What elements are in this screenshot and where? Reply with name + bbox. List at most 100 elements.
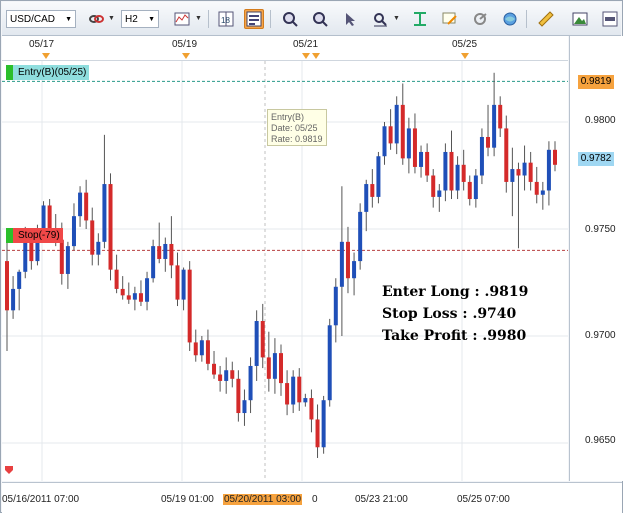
chevron-down-icon: ▼ [148, 16, 155, 23]
time-axis[interactable]: 05/16/2011 07:00 05/19 01:00 05/20/2011 … [2, 482, 622, 513]
timeframe-select[interactable]: H2 ▼ [121, 10, 159, 28]
chevron-down-icon[interactable]: ▼ [108, 15, 115, 22]
candle-body [540, 190, 545, 195]
date-label: 05/21 [293, 39, 319, 50]
date-marker-icon[interactable] [42, 53, 50, 59]
candle-body [59, 239, 64, 274]
candle-body [345, 241, 350, 279]
candle-body [181, 269, 186, 300]
grid-icon [246, 11, 262, 27]
crosshair-button[interactable] [370, 9, 390, 29]
toolbar: USD/CAD ▼ ▼ H2 ▼ ▼ 18 ▼ [2, 2, 621, 36]
cursor-button[interactable] [340, 9, 360, 29]
candle-body [510, 169, 515, 182]
indicator-button[interactable] [172, 9, 192, 29]
candle-body [279, 353, 283, 384]
image-button[interactable] [570, 9, 590, 29]
refresh-icon [474, 13, 487, 25]
candle-body [522, 162, 527, 176]
annotation-button[interactable] [440, 9, 460, 29]
candle-body [199, 340, 204, 356]
chevron-down-icon: ▼ [65, 16, 72, 23]
stop-order-tag[interactable]: Stop(-79) [6, 228, 63, 243]
chart-window: USD/CAD ▼ ▼ H2 ▼ ▼ 18 ▼ 05/17 05/19 05/2… [0, 0, 623, 513]
refresh-button[interactable] [470, 9, 490, 29]
chevron-down-icon[interactable]: ▼ [195, 15, 202, 22]
candle-body [205, 340, 210, 364]
date-marker-icon[interactable] [312, 53, 320, 59]
stop-tag-label: Stop(-79) [18, 230, 60, 241]
candle-body [376, 156, 381, 197]
candle-body [473, 175, 478, 200]
candle-body [339, 241, 344, 287]
x-tick-label: 05/19 01:00 [161, 494, 214, 505]
timeframe-value: H2 [125, 14, 138, 25]
price-axis[interactable]: 0.9800 0.9750 0.9700 0.9650 [569, 36, 623, 481]
candle-body [90, 220, 95, 255]
chevron-down-icon[interactable]: ▼ [393, 15, 400, 22]
entry-order-tag[interactable]: Entry(B)(05/25) [6, 65, 90, 80]
candle-body [126, 295, 131, 300]
candle-body [96, 241, 101, 255]
candle-body [370, 184, 375, 197]
candle-body [333, 286, 338, 326]
candle-body [254, 321, 259, 366]
scroll-marker-icon[interactable] [4, 465, 14, 475]
candle-body [138, 293, 143, 302]
candle-body [212, 363, 217, 375]
candle-body [516, 169, 521, 176]
link-icon [89, 15, 104, 23]
y-tick-label: 0.9800 [585, 115, 616, 126]
tooltip-line: Rate: 0.9819 [271, 134, 323, 144]
candle-body [17, 271, 22, 289]
candle-body [163, 243, 168, 259]
layout-button[interactable]: 18 [216, 9, 236, 29]
annotation-icon [442, 12, 457, 25]
date-marker-icon[interactable] [182, 53, 190, 59]
candle-body [406, 128, 411, 159]
candle-body [419, 151, 424, 167]
candle-body [193, 342, 198, 356]
entry-tag-label: Entry(B)(05/25) [18, 67, 87, 78]
candle-body [272, 353, 277, 379]
date-label: 05/25 [452, 39, 478, 50]
cursor-icon [346, 13, 355, 26]
candle-body [534, 181, 539, 195]
date-label: 05/19 [172, 39, 198, 50]
indicator-icon [174, 12, 190, 26]
candle-body [145, 278, 150, 302]
link-button[interactable] [86, 9, 106, 29]
candle-body [266, 357, 271, 379]
fit-button[interactable] [410, 9, 430, 29]
candle-body [352, 261, 357, 279]
zoom-in-button[interactable] [280, 9, 300, 29]
more-button[interactable] [600, 9, 620, 29]
globe-button[interactable] [500, 9, 520, 29]
current-price-label: 0.9782 [578, 152, 614, 166]
candle-body [431, 175, 436, 197]
date-label: 05/17 [29, 39, 55, 50]
x-tick-label: 05/16/2011 07:00 [2, 494, 80, 505]
candle-body [108, 184, 113, 270]
candle-body [248, 365, 253, 401]
tooltip-line: Date: 05/25 [271, 123, 318, 133]
candle-body [11, 288, 16, 311]
candle-body [224, 370, 229, 381]
annotation-enter: Enter Long : .9819 [382, 284, 529, 300]
candle-body [315, 419, 320, 448]
grid-button[interactable] [244, 9, 264, 29]
zoom-out-button[interactable] [310, 9, 330, 29]
y-tick-label: 0.9750 [585, 224, 616, 235]
candle-body [230, 370, 235, 379]
symbol-value: USD/CAD [10, 14, 56, 25]
candle-body [175, 265, 180, 300]
date-marker-icon[interactable] [461, 53, 469, 59]
date-marker-icon[interactable] [302, 53, 310, 59]
candle-body [449, 151, 454, 191]
entry-tag-handle [6, 65, 13, 80]
candle-body [102, 184, 107, 242]
annotation-take: Take Profit : .9980 [382, 328, 527, 344]
y-tick-label: 0.9700 [585, 330, 616, 341]
ruler-button[interactable] [536, 9, 556, 29]
symbol-select[interactable]: USD/CAD ▼ [6, 10, 76, 28]
